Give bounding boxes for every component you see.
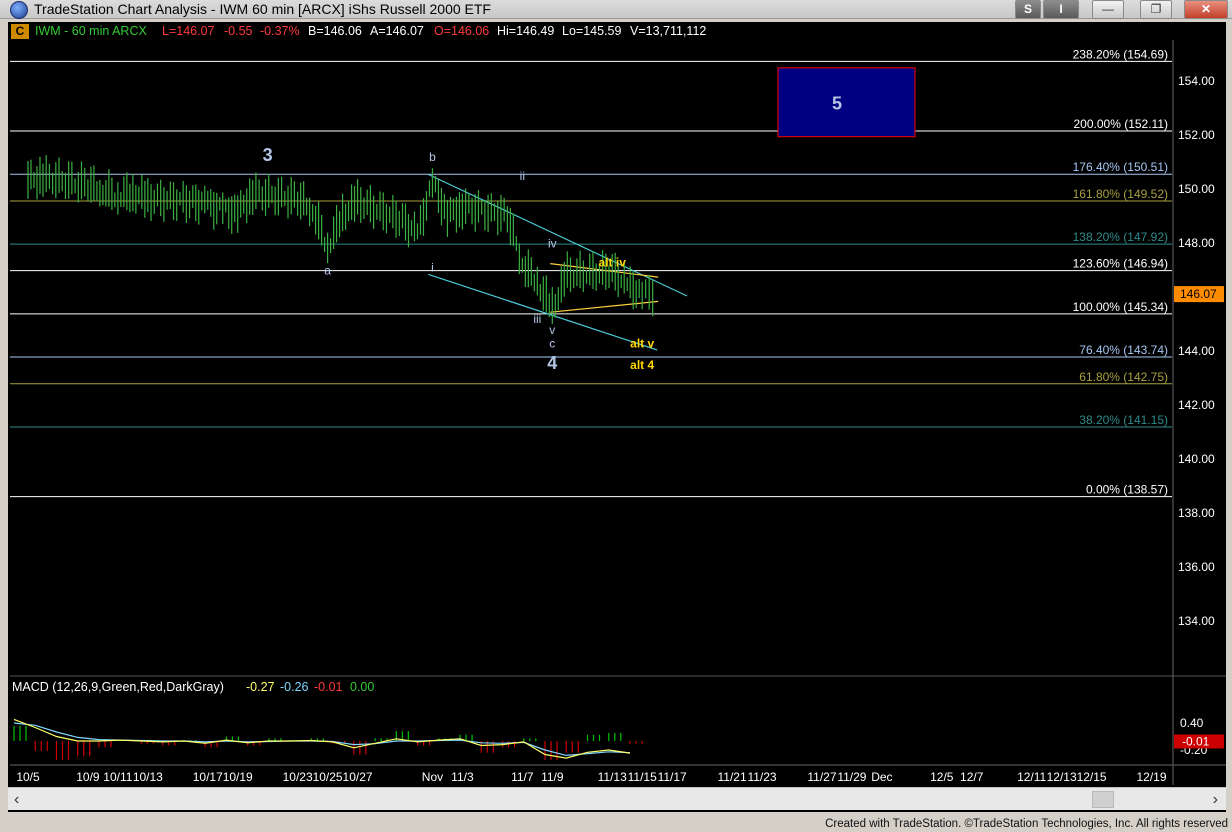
macd-value: -0.27 <box>246 680 275 694</box>
symbol-label: IWM - 60 min ARCX <box>35 24 147 38</box>
close-button[interactable]: ✕ <box>1184 0 1228 19</box>
high-label: Hi=146.49 <box>497 24 555 38</box>
minimize-button[interactable]: — <box>1092 0 1124 19</box>
i-button[interactable]: I <box>1043 0 1079 19</box>
macd-zero-value: 0.00 <box>350 680 375 694</box>
change-label: -0.55 <box>224 24 253 38</box>
change-pct-label: -0.37% <box>260 24 300 38</box>
low-label: Lo=145.59 <box>562 24 622 38</box>
open-label: O=146.06 <box>434 24 490 38</box>
scroll-thumb[interactable] <box>1092 791 1114 808</box>
macd-title: MACD (12,26,9,Green,Red,DarkGray) <box>12 680 224 694</box>
s-button[interactable]: S <box>1015 0 1041 19</box>
ask-label: A=146.07 <box>370 24 424 38</box>
tradestation-app-icon <box>10 1 28 19</box>
copyright-footer: Created with TradeStation. ©TradeStation… <box>825 818 1228 830</box>
volume-label: V=13,711,112 <box>630 24 707 38</box>
horizontal-scrollbar[interactable]: ‹ › <box>8 787 1226 810</box>
restore-button[interactable]: ❐ <box>1140 0 1172 19</box>
c-badge[interactable]: C <box>11 24 29 39</box>
macd-signal-value: -0.26 <box>280 680 309 694</box>
last-price-label: L=146.07 <box>162 24 215 38</box>
title-bar: TradeStation Chart Analysis - IWM 60 min… <box>0 0 1232 19</box>
macd-hist-value: -0.01 <box>314 680 343 694</box>
window-title: TradeStation Chart Analysis - IWM 60 min… <box>34 1 491 17</box>
bid-label: B=146.06 <box>308 24 362 38</box>
scroll-right-icon[interactable]: › <box>1213 791 1218 809</box>
scroll-left-icon[interactable]: ‹ <box>14 791 19 809</box>
